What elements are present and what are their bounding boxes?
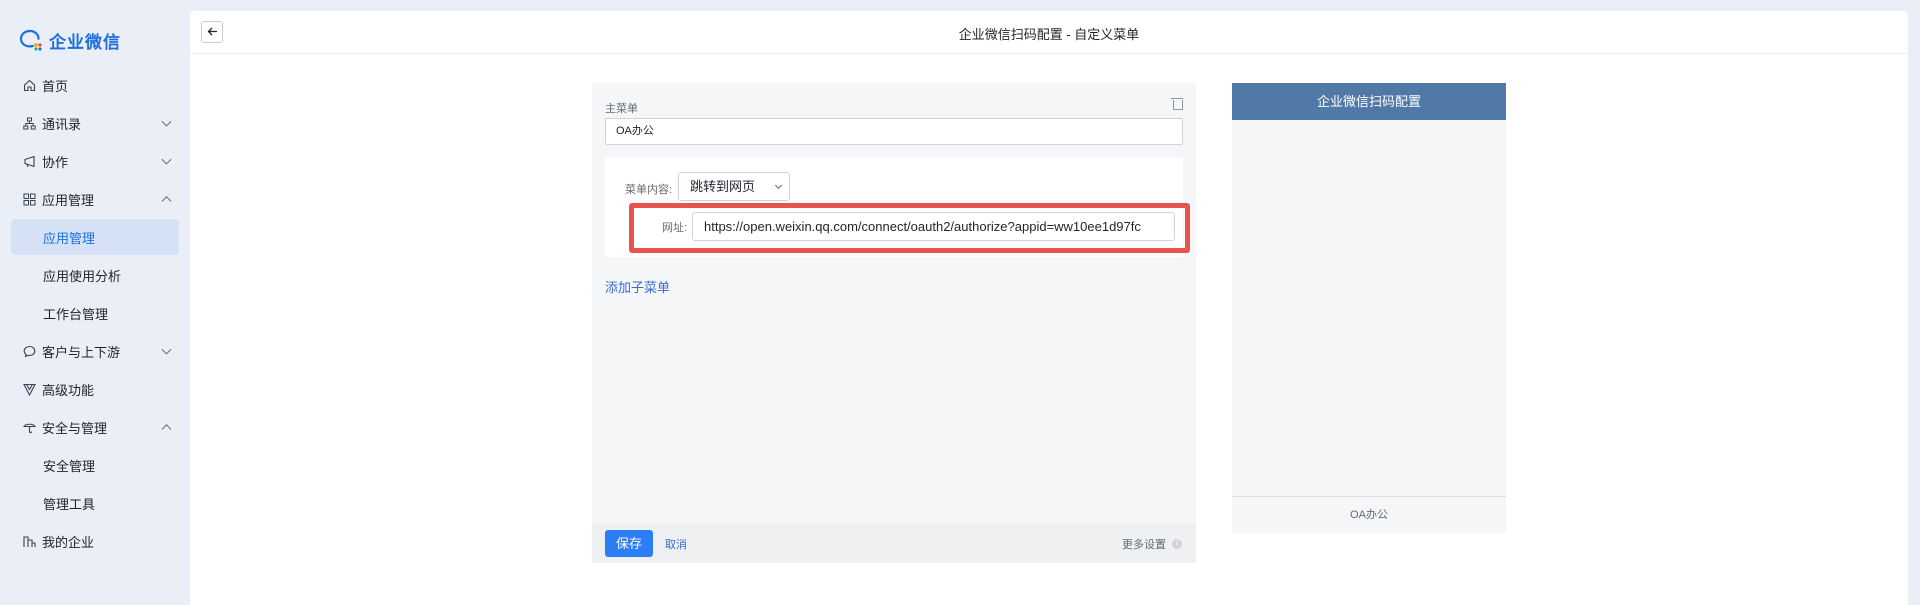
sidebar-item-label: 首页 <box>42 78 69 94</box>
sidebar-item-label: 应用使用分析 <box>43 268 122 284</box>
sidebar-item-my-company[interactable]: 我的企业 <box>0 522 190 560</box>
editor-footer: 保存 取消 更多设置 i <box>592 523 1196 563</box>
sidebar-subitem-workbench[interactable]: 工作台管理 <box>0 294 190 332</box>
save-button[interactable]: 保存 <box>605 530 653 557</box>
sidebar-subitem-app-management[interactable]: 应用管理 <box>11 219 179 255</box>
chat-icon <box>22 344 36 358</box>
advanced-icon <box>22 382 36 396</box>
more-settings-label: 更多设置 <box>1122 539 1166 551</box>
info-icon: i <box>1172 539 1182 549</box>
sidebar-item-customers[interactable]: 客户与上下游 <box>0 332 190 370</box>
sidebar-item-label: 通讯录 <box>42 116 82 132</box>
phone-preview: 企业微信扫码配置 OA办公 <box>1232 83 1506 533</box>
sidebar-subitem-app-usage[interactable]: 应用使用分析 <box>0 256 190 294</box>
sidebar-item-security[interactable]: 安全与管理 <box>0 408 190 446</box>
menu-content-config: 菜单内容: 跳转到网页 网址: https://open.weixin.qq.c… <box>605 157 1190 257</box>
menu-content-selected: 跳转到网页 <box>690 179 756 194</box>
chevron-up-icon <box>161 196 172 207</box>
security-icon <box>22 420 36 434</box>
sidebar-item-label: 应用管理 <box>42 192 95 208</box>
collab-icon <box>22 154 36 168</box>
main-menu-label: 主菜单 <box>605 103 638 115</box>
sidebar-item-home[interactable]: 首页 <box>0 66 190 104</box>
sidebar-item-advanced[interactable]: 高级功能 <box>0 370 190 408</box>
chevron-down-icon <box>774 181 783 190</box>
logo[interactable]: 企业微信 <box>19 28 121 52</box>
page-header: 企业微信扫码配置 - 自定义菜单 <box>190 11 1908 54</box>
apps-icon <box>22 192 36 206</box>
cancel-button[interactable]: 取消 <box>665 536 687 552</box>
menu-editor: 主菜单 OA办公 菜单内容: 跳转到网页 网址: https://open.we… <box>592 83 1196 563</box>
sidebar-item-collab[interactable]: 协作 <box>0 142 190 180</box>
sidebar-subitem-management-tools[interactable]: 管理工具 <box>0 484 190 522</box>
preview-menu-item[interactable]: OA办公 <box>1232 496 1506 533</box>
sidebar-item-label: 安全与管理 <box>42 420 108 436</box>
menu-content-label: 菜单内容: <box>625 184 673 196</box>
chevron-down-icon <box>161 116 172 127</box>
sidebar-item-app-management[interactable]: 应用管理 <box>0 180 190 218</box>
sidebar-item-label: 安全管理 <box>43 458 96 474</box>
home-icon <box>22 78 36 92</box>
sidebar-nav: 首页 通讯录 协作 应用管理 应用管理 应用使用分析 工作台管理 客户与上下游 … <box>0 66 190 560</box>
url-input[interactable]: https://open.weixin.qq.com/connect/oauth… <box>692 212 1175 241</box>
logo-text: 企业微信 <box>49 32 121 52</box>
sidebar-item-label: 我的企业 <box>42 534 95 550</box>
wecom-logo-icon <box>19 28 43 52</box>
preview-header: 企业微信扫码配置 <box>1232 83 1506 120</box>
chevron-down-icon <box>161 344 172 355</box>
sidebar-item-label: 工作台管理 <box>43 306 109 322</box>
company-icon <box>22 534 36 548</box>
sidebar-item-label: 客户与上下游 <box>42 344 121 360</box>
menu-content-select[interactable]: 跳转到网页 <box>678 172 790 201</box>
sidebar-item-label: 管理工具 <box>43 496 96 512</box>
chevron-down-icon <box>161 154 172 165</box>
more-settings[interactable]: 更多设置 i <box>1122 536 1182 552</box>
sidebar-item-label: 高级功能 <box>42 382 95 398</box>
org-icon <box>22 116 36 130</box>
main-panel: 企业微信扫码配置 - 自定义菜单 主菜单 OA办公 菜单内容: 跳转到网页 网址… <box>190 11 1908 605</box>
sidebar-item-label: 应用管理 <box>43 230 96 246</box>
sidebar-item-label: 协作 <box>42 154 69 170</box>
sidebar-subitem-security-management[interactable]: 安全管理 <box>0 446 190 484</box>
url-label: 网址: <box>662 222 688 234</box>
trash-icon[interactable] <box>1171 97 1183 111</box>
sidebar-item-contacts[interactable]: 通讯录 <box>0 104 190 142</box>
chevron-up-icon <box>161 424 172 435</box>
page-title: 企业微信扫码配置 - 自定义菜单 <box>958 27 1140 42</box>
add-submenu-link[interactable]: 添加子菜单 <box>605 277 670 296</box>
main-menu-name-input[interactable]: OA办公 <box>605 118 1183 145</box>
sidebar: 企业微信 首页 通讯录 协作 应用管理 应用管理 应用使用分析 工作台管理 客户… <box>0 0 190 605</box>
